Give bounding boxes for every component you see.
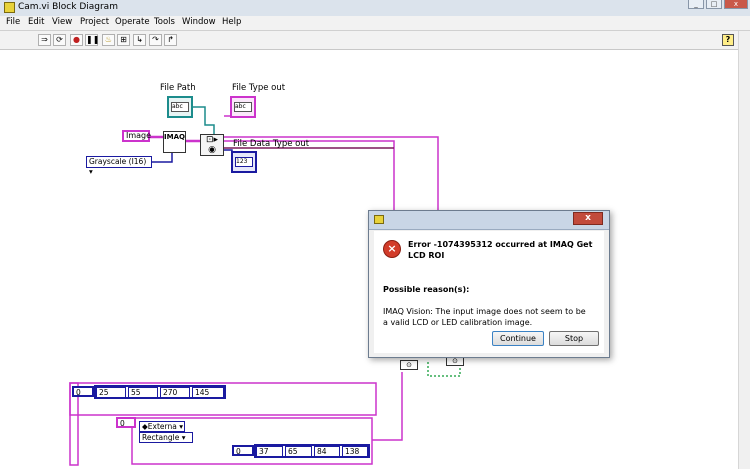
external-enum-constant[interactable]: ◆Externa ▾ bbox=[139, 421, 185, 432]
array1-value[interactable]: 25 bbox=[96, 387, 126, 398]
array3-value[interactable]: 84 bbox=[314, 446, 340, 457]
abc-icon: abc bbox=[234, 102, 252, 112]
file-path-wire bbox=[193, 106, 215, 136]
file-path-label: File Path bbox=[160, 83, 196, 93]
array2-index[interactable]: 0 bbox=[116, 417, 136, 428]
grayscale-enum-value: Grayscale (I16) bbox=[89, 157, 147, 166]
external-enum-value: Externa bbox=[147, 422, 177, 431]
labview-app-icon bbox=[374, 215, 384, 224]
file-path-control[interactable]: abc bbox=[167, 96, 193, 118]
numeric-123-icon: 123 bbox=[235, 157, 253, 167]
image-constant[interactable]: Image bbox=[122, 130, 151, 142]
array1-value[interactable]: 55 bbox=[128, 387, 158, 398]
file-data-type-out-indicator[interactable]: 123 bbox=[231, 151, 257, 173]
array3-index[interactable]: 0 bbox=[232, 445, 254, 456]
imaq-label: IMAQ bbox=[164, 133, 185, 141]
vertical-scrollbar[interactable] bbox=[738, 31, 750, 469]
stop-button[interactable]: Stop bbox=[549, 331, 599, 346]
imaq-create-node[interactable]: IMAQ bbox=[163, 131, 186, 153]
file-data-type-out-label: File Data Type out bbox=[233, 139, 310, 149]
array3-value[interactable]: 37 bbox=[256, 446, 283, 457]
dialog-titlebar: x bbox=[369, 211, 609, 230]
file-type-out-indicator[interactable]: abc bbox=[230, 96, 256, 118]
rectangle-enum-constant[interactable]: Rectangle ▾ bbox=[139, 432, 193, 443]
dialog-body: × Error -1074395312 occurred at IMAQ Get… bbox=[374, 231, 604, 353]
file-type-out-label: File Type out bbox=[232, 83, 286, 93]
array1-value[interactable]: 270 bbox=[160, 387, 190, 398]
array3-value[interactable]: 138 bbox=[342, 446, 368, 457]
rectangle-enum-value: Rectangle bbox=[142, 433, 180, 442]
array1-index[interactable]: 0 bbox=[72, 386, 94, 397]
imaq-get-image-info-node[interactable]: ⊡▸ ◉ bbox=[200, 134, 224, 156]
error-x-icon: × bbox=[383, 240, 401, 258]
reason-label: Possible reason(s): bbox=[383, 285, 470, 294]
array3-value[interactable]: 65 bbox=[285, 446, 312, 457]
dialog-close-icon[interactable]: x bbox=[573, 212, 603, 225]
error-title: Error -1074395312 occurred at IMAQ Get L… bbox=[408, 240, 593, 260]
abc-icon: abc bbox=[171, 102, 189, 112]
error-dialog: x × Error -1074395312 occurred at IMAQ G… bbox=[368, 210, 610, 358]
array1-value[interactable]: 145 bbox=[192, 387, 224, 398]
camera-node-icon[interactable]: ⊙ bbox=[400, 360, 418, 370]
grayscale-enum-constant[interactable]: Grayscale (I16) ▾ bbox=[86, 156, 152, 176]
reason-text: IMAQ Vision: The input image does not se… bbox=[383, 307, 586, 327]
continue-button[interactable]: Continue bbox=[492, 331, 544, 346]
